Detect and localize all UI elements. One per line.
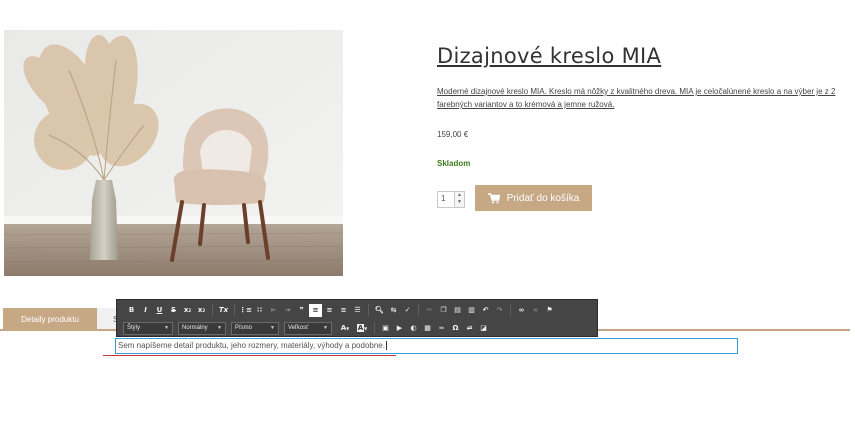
font-select[interactable]: Písmo ▼ xyxy=(231,321,279,335)
horizontal-rule-icon[interactable]: ═ xyxy=(435,322,448,335)
rich-text-toolbar: B I U S x2 x2 Tx ⋮≡ ∷ ⇤ ⇥ ❞ ≡ ≡ ≡ ☰ 🔍︎ ⇆… xyxy=(116,299,598,337)
bg-color-label: A xyxy=(356,324,365,332)
strike-button[interactable]: S xyxy=(167,304,180,317)
undo-icon[interactable]: ↶ xyxy=(479,304,492,317)
toolbar-separator xyxy=(510,304,511,316)
text-cursor xyxy=(385,341,387,350)
link-icon[interactable]: ∞ xyxy=(515,304,528,317)
indent-icon[interactable]: ⇥ xyxy=(281,304,294,317)
unlink-icon[interactable]: ∝ xyxy=(529,304,542,317)
styles-select-label: Štýly xyxy=(127,325,141,331)
chevron-down-icon: ▼ xyxy=(323,325,328,331)
quantity-stepper[interactable]: 1 ▲ ▼ xyxy=(437,191,465,208)
toolbar-separator xyxy=(418,304,419,316)
product-title: Dizajnové kreslo MIA xyxy=(437,44,662,68)
toolbar-separator xyxy=(234,304,235,316)
page-break-icon[interactable]: ⇌ xyxy=(463,322,476,335)
toolbar-separator xyxy=(368,304,369,316)
remove-format-button[interactable]: Tx xyxy=(217,304,230,317)
italic-button[interactable]: I xyxy=(139,304,152,317)
chevron-down-icon: ▼ xyxy=(270,325,275,331)
stock-status: Skladom xyxy=(437,159,471,168)
bullet-list-icon[interactable]: ∷ xyxy=(253,304,266,317)
quantity-down-icon[interactable]: ▼ xyxy=(455,199,464,206)
toolbar-row-1: B I U S x2 x2 Tx ⋮≡ ∷ ⇤ ⇥ ❞ ≡ ≡ ≡ ☰ 🔍︎ ⇆… xyxy=(120,302,594,318)
paste-text-icon[interactable]: ▥ xyxy=(465,304,478,317)
chevron-down-icon: ▼ xyxy=(164,325,169,331)
quantity-value[interactable]: 1 xyxy=(441,194,445,203)
maximize-icon[interactable]: ◪ xyxy=(477,322,490,335)
flash-icon[interactable]: ▶ xyxy=(393,322,406,335)
redo-icon[interactable]: ↷ xyxy=(493,304,506,317)
add-to-cart-button[interactable]: Pridať do košíka xyxy=(475,185,592,211)
text-color-button[interactable]: A ▼ xyxy=(337,322,353,335)
spellcheck-underline xyxy=(103,355,396,356)
toolbar-separator xyxy=(212,304,213,316)
bg-color-button[interactable]: A ▼ xyxy=(354,322,370,335)
chevron-down-icon: ▼ xyxy=(217,325,222,331)
blockquote-icon[interactable]: ❞ xyxy=(295,304,308,317)
format-select[interactable]: Normálny ▼ xyxy=(178,321,226,335)
quantity-spinner[interactable]: ▲ ▼ xyxy=(454,192,464,207)
outdent-icon[interactable]: ⇤ xyxy=(267,304,280,317)
product-detail-editor[interactable]: Sem napíšeme detail produktu, jeho rozme… xyxy=(115,338,738,354)
bold-button[interactable]: B xyxy=(125,304,138,317)
align-right-icon[interactable]: ≡ xyxy=(337,304,350,317)
format-select-label: Normálny xyxy=(182,325,208,331)
size-select[interactable]: Veľkosť ▼ xyxy=(284,321,332,335)
toolbar-row-2: Štýly ▼ Normálny ▼ Písmo ▼ Veľkosť ▼ A ▼ A ▼ ▣… xyxy=(120,320,594,336)
paste-icon[interactable]: ▤ xyxy=(451,304,464,317)
cart-icon xyxy=(487,192,500,203)
numbered-list-icon[interactable]: ⋮≡ xyxy=(239,304,252,317)
copy-icon[interactable]: ❐ xyxy=(437,304,450,317)
special-char-icon[interactable]: Ω xyxy=(449,322,462,335)
iframe-icon[interactable]: ◐ xyxy=(407,322,420,335)
find-icon[interactable]: 🔍︎ xyxy=(373,304,386,317)
font-select-label: Písmo xyxy=(235,325,253,331)
spellcheck-icon[interactable]: ✓ xyxy=(401,304,414,317)
image-icon[interactable]: ▣ xyxy=(379,322,392,335)
product-price: 159,00 € xyxy=(437,130,469,139)
align-justify-icon[interactable]: ☰ xyxy=(351,304,364,317)
styles-select[interactable]: Štýly ▼ xyxy=(123,321,173,335)
anchor-flag-icon[interactable]: ⚑ xyxy=(543,304,556,317)
tab-product-details[interactable]: Detaily produktu xyxy=(3,308,97,331)
superscript-button[interactable]: x2 xyxy=(195,304,208,317)
product-description: Moderné dizajnové kreslo MIA. Kreslo má … xyxy=(437,87,836,109)
align-center-icon[interactable]: ≡ xyxy=(323,304,336,317)
underline-button[interactable]: U xyxy=(153,304,166,317)
size-select-label: Veľkosť xyxy=(288,325,309,331)
table-icon[interactable]: ▦ xyxy=(421,322,434,335)
toolbar-separator xyxy=(374,322,375,334)
cut-icon[interactable]: ✂ xyxy=(423,304,436,317)
add-to-cart-label: Pridať do košíka xyxy=(506,192,580,204)
align-left-icon[interactable]: ≡ xyxy=(309,303,322,317)
editor-content: Sem napíšeme detail produktu, jeho rozme… xyxy=(118,341,385,350)
replace-icon[interactable]: ⇆ xyxy=(387,304,400,317)
product-image xyxy=(4,30,343,276)
subscript-button[interactable]: x2 xyxy=(181,304,194,317)
quantity-up-icon[interactable]: ▲ xyxy=(455,192,464,199)
